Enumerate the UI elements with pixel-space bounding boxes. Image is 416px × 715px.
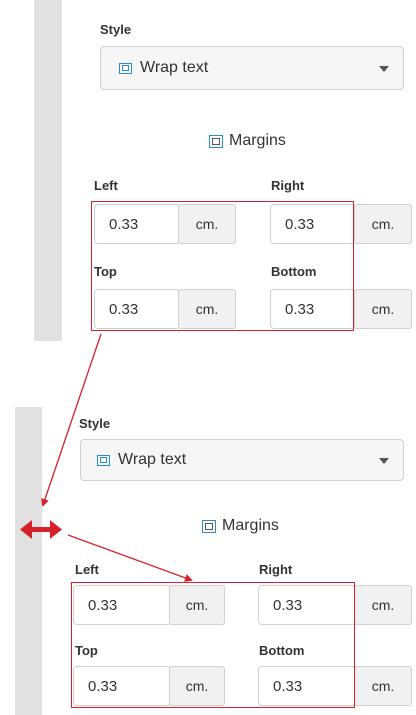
annotation-overlay xyxy=(20,333,193,582)
connector-arrow-line xyxy=(41,333,102,507)
connector-arrow-line-2 xyxy=(67,534,193,582)
double-arrow-icon xyxy=(20,520,62,539)
